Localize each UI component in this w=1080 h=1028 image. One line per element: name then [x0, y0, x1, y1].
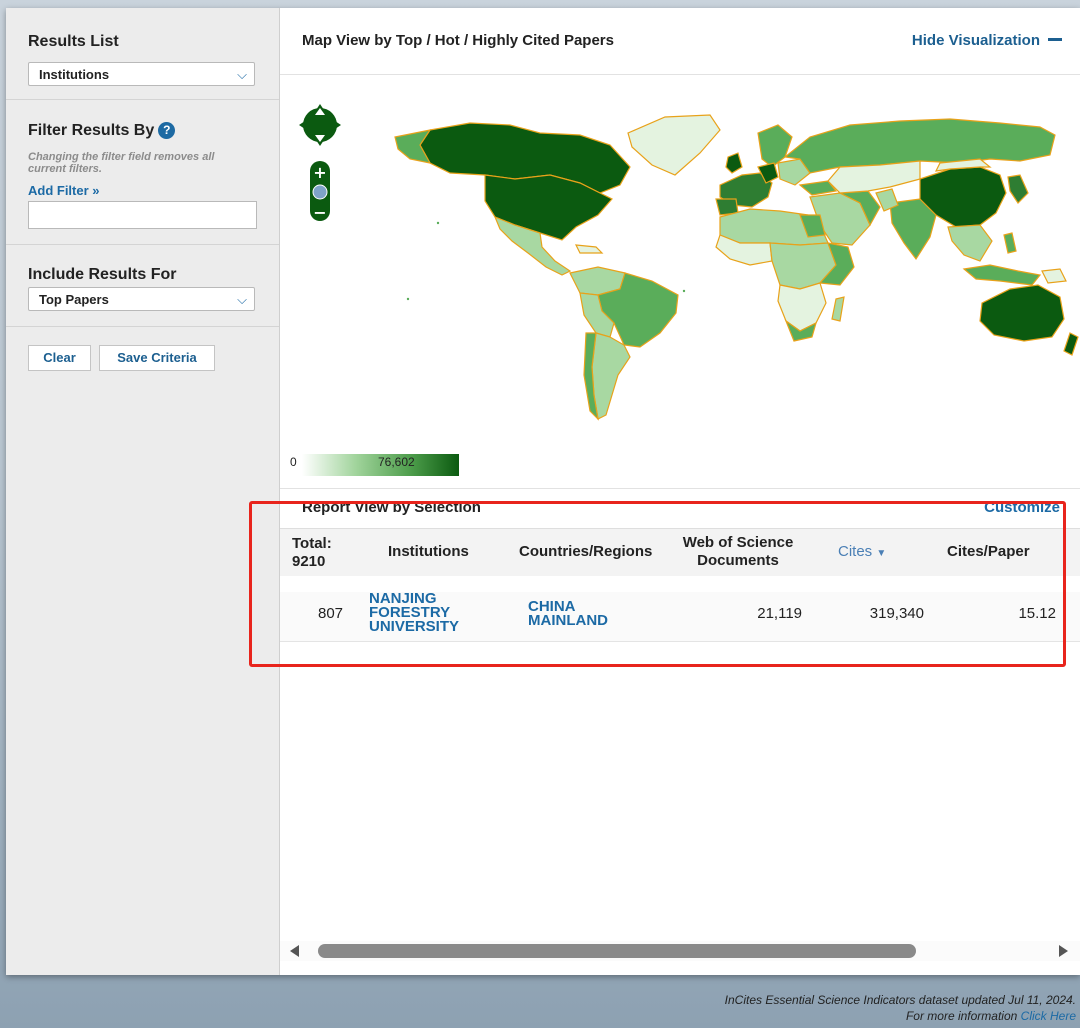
island-dot	[436, 221, 440, 225]
results-list-value: Institutions	[39, 67, 110, 82]
indonesia-region	[962, 264, 1042, 286]
filter-title-text: Filter Results By	[28, 122, 155, 139]
highlight-box	[249, 501, 1066, 667]
argentina-region	[591, 332, 631, 420]
click-here-link[interactable]: Click Here	[1021, 1009, 1076, 1023]
filter-title: Filter Results By?	[28, 122, 176, 140]
filter-hint: Changing the filter field removes all cu…	[28, 151, 215, 175]
footer-line1: InCites Essential Science Indicators dat…	[724, 993, 1076, 1007]
world-map[interactable]: + −	[280, 75, 1080, 487]
add-filter-link[interactable]: Add Filter »	[28, 183, 100, 198]
zoom-control[interactable]: + −	[310, 161, 330, 222]
save-criteria-button[interactable]: Save Criteria	[99, 345, 215, 371]
footer-line2: For more information Click Here	[725, 1008, 1076, 1024]
hide-visualization-button[interactable]: Hide Visualization	[912, 32, 1062, 49]
legend-min: 0	[290, 455, 297, 469]
svg-text:−: −	[313, 203, 326, 222]
scroll-left-icon[interactable]	[290, 945, 299, 957]
hide-visualization-label: Hide Visualization	[911, 32, 1040, 49]
horizontal-scrollbar[interactable]	[280, 941, 1080, 961]
app-window: Results List Institutions ⌵ Filter Resul…	[6, 8, 1080, 975]
svg-text:+: +	[313, 163, 326, 182]
minus-icon	[1048, 38, 1062, 41]
results-list-section: Results List Institutions ⌵	[6, 8, 279, 100]
korea-japan-region	[1007, 174, 1029, 204]
caribbean-region	[574, 244, 604, 254]
include-value: Top Papers	[39, 292, 109, 307]
legend-max: 76,602	[378, 455, 415, 469]
include-select[interactable]: Top Papers ⌵	[28, 287, 255, 311]
australia-region	[979, 284, 1065, 342]
include-section: Include Results For Top Papers ⌵	[6, 245, 279, 327]
footer: InCites Essential Science Indicators dat…	[725, 992, 1076, 1024]
chevron-down-icon: ⌵	[237, 67, 247, 82]
include-title: Include Results For	[28, 266, 177, 283]
sidebar: Results List Institutions ⌵ Filter Resul…	[6, 8, 280, 975]
png-region	[1041, 268, 1067, 284]
island-dot	[682, 289, 686, 293]
pan-control-icon[interactable]	[299, 104, 341, 146]
main-panel: Map View by Top / Hot / Highly Cited Pap…	[280, 8, 1080, 975]
results-list-title: Results List	[28, 33, 119, 50]
southern-africa-region	[777, 282, 827, 332]
results-list-select[interactable]: Institutions ⌵	[28, 62, 255, 86]
clear-button[interactable]: Clear	[28, 345, 91, 371]
chevron-down-icon: ⌵	[237, 292, 247, 307]
footer-line2-text: For more information	[905, 1009, 1021, 1023]
scroll-thumb[interactable]	[318, 944, 916, 958]
philippines-region	[1003, 232, 1017, 254]
help-icon[interactable]: ?	[158, 122, 176, 139]
southeast-asia-region	[947, 224, 993, 262]
map-title: Map View by Top / Hot / Highly Cited Pap…	[302, 32, 614, 49]
scroll-right-icon[interactable]	[1059, 945, 1068, 957]
greenland-region	[627, 114, 721, 176]
filter-input[interactable]	[28, 201, 257, 229]
island-dot	[665, 312, 667, 314]
madagascar-region	[831, 296, 845, 322]
divider	[280, 488, 1080, 489]
uk-region	[725, 152, 743, 174]
scandinavia-region	[757, 124, 793, 168]
island-dot	[406, 297, 410, 301]
new-zealand-region	[1063, 332, 1079, 356]
